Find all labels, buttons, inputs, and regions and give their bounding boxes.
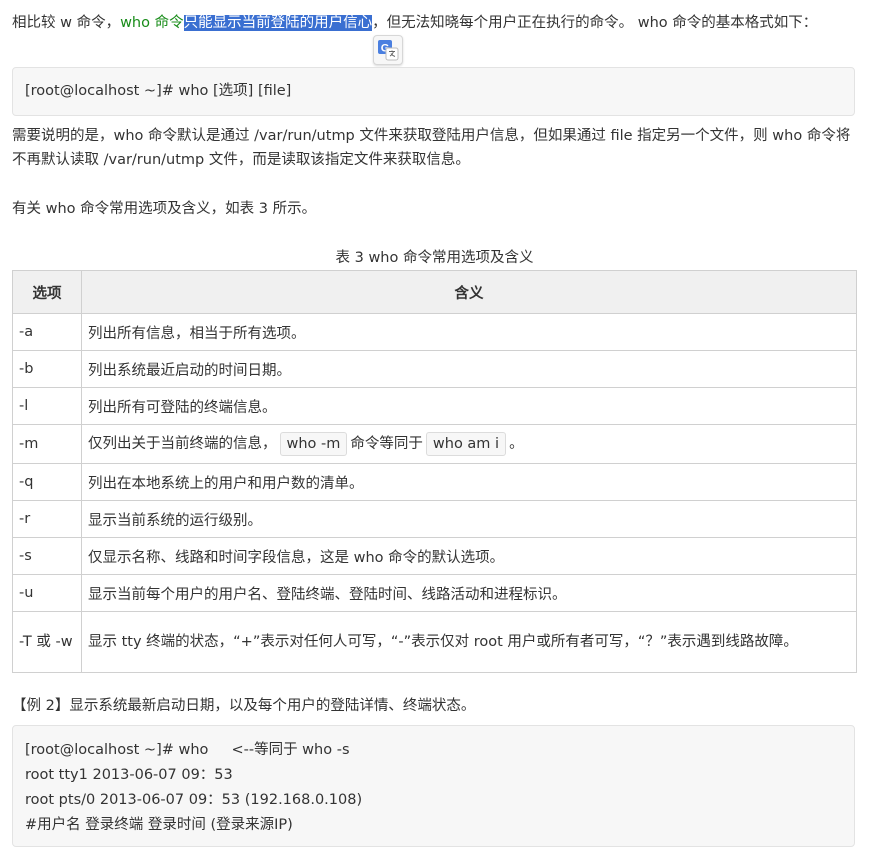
table-row: -r 显示当前系统的运行级别。 bbox=[12, 500, 857, 538]
option-cell: -b bbox=[12, 350, 82, 388]
example-code-block: [root@localhost ~]# who <--等同于 who -s ro… bbox=[12, 725, 855, 847]
option-cell: -u bbox=[12, 574, 82, 612]
meaning-cell: 列出所有可登陆的终端信息。 bbox=[81, 387, 857, 425]
options-intro: 有关 who 命令常用选项及含义，如表 3 所示。 bbox=[12, 201, 317, 217]
example-heading: 【例 2】显示系统最新启动日期，以及每个用户的登陆详情、终端状态。 bbox=[12, 698, 476, 714]
table-row: -T 或 -w 显示 tty 终端的状态，“+”表示对任何人可写，“-”表示仅对… bbox=[12, 611, 857, 673]
google-translate-icon: G bbox=[378, 40, 399, 61]
table-row: -l 列出所有可登陆的终端信息。 bbox=[12, 387, 857, 425]
table-row: -a 列出所有信息，相当于所有选项。 bbox=[12, 313, 857, 351]
meaning-cell: 仅显示名称、线路和时间字段信息，这是 who 命令的默认选项。 bbox=[81, 537, 857, 575]
options-table: 选项 含义 -a 列出所有信息，相当于所有选项。 -b 列出系统最近启动的时间日… bbox=[12, 270, 857, 673]
article-page: 相比较 w 命令，who 命令只能显示当前登陆的用户信心，但无法知晓每个用户正在… bbox=[0, 0, 877, 854]
code-line: root tty1 2013-06-07 09：53 bbox=[25, 767, 233, 783]
table-row: -u 显示当前每个用户的用户名、登陆终端、登陆时间、线路活动和进程标识。 bbox=[12, 574, 857, 612]
meaning-cell: 显示当前系统的运行级别。 bbox=[81, 500, 857, 538]
intro-suffix: ，但无法知晓每个用户正在执行的命令。 who 命令的基本格式如下： bbox=[372, 15, 818, 31]
table-row: -m 仅列出关于当前终端的信息， who -m 命令等同于 who am i。 bbox=[12, 424, 857, 464]
code-line: #用户名 登录终端 登录时间 (登录来源IP) bbox=[25, 817, 293, 833]
intro-prefix: 相比较 w 命令， bbox=[12, 15, 121, 31]
code-line: [root@localhost ~]# who <--等同于 who -s bbox=[25, 742, 350, 758]
table-row: -s 仅显示名称、线路和时间字段信息，这是 who 命令的默认选项。 bbox=[12, 537, 857, 575]
code-line: root pts/0 2013-06-07 09：53 (192.168.0.1… bbox=[25, 792, 363, 808]
meaning-cell: 显示当前每个用户的用户名、登陆终端、登陆时间、线路活动和进程标识。 bbox=[81, 574, 857, 612]
meaning-text: 仅列出关于当前终端的信息， bbox=[88, 436, 277, 452]
who-command-highlight: who 命令 bbox=[120, 15, 184, 31]
code-line: [root@localhost ~]# who [选项] [file] bbox=[25, 83, 292, 99]
selected-text[interactable]: 只能显示当前登陆的用户信心 bbox=[183, 15, 373, 31]
meaning-cell: 列出系统最近启动的时间日期。 bbox=[81, 350, 857, 388]
note-paragraph: 需要说明的是，who 命令默认是通过 /var/run/utmp 文件来获取登陆… bbox=[12, 128, 851, 168]
meaning-cell: 显示 tty 终端的状态，“+”表示对任何人可写，“-”表示仅对 root 用户… bbox=[81, 611, 857, 673]
inline-code-who-m: who -m bbox=[279, 432, 348, 456]
intro-paragraph: 相比较 w 命令，who 命令只能显示当前登陆的用户信心，但无法知晓每个用户正在… bbox=[12, 11, 857, 35]
option-cell: -m bbox=[12, 424, 82, 464]
meaning-text: 。 bbox=[509, 436, 524, 452]
meaning-text: 命令等同于 bbox=[350, 436, 423, 452]
inline-code-who-am-i: who am i bbox=[425, 432, 507, 456]
table-caption: 表 3 who 命令常用选项及含义 bbox=[335, 250, 534, 266]
meaning-cell: 列出所有信息，相当于所有选项。 bbox=[81, 313, 857, 351]
meaning-cell: 列出在本地系统上的用户和用户数的清单。 bbox=[81, 463, 857, 501]
header-meaning: 含义 bbox=[81, 270, 857, 314]
header-option: 选项 bbox=[12, 270, 82, 314]
option-cell: -l bbox=[12, 387, 82, 425]
option-cell: -a bbox=[12, 313, 82, 351]
option-cell: -T 或 -w bbox=[12, 611, 82, 673]
syntax-code-block: [root@localhost ~]# who [选项] [file] bbox=[12, 67, 855, 116]
option-cell: -s bbox=[12, 537, 82, 575]
option-cell: -q bbox=[12, 463, 82, 501]
meaning-cell: 仅列出关于当前终端的信息， who -m 命令等同于 who am i。 bbox=[81, 424, 857, 464]
option-cell: -r bbox=[12, 500, 82, 538]
table-header-row: 选项 含义 bbox=[12, 270, 857, 314]
table-row: -b 列出系统最近启动的时间日期。 bbox=[12, 350, 857, 388]
google-translate-button[interactable]: G bbox=[373, 35, 403, 65]
table-row: -q 列出在本地系统上的用户和用户数的清单。 bbox=[12, 463, 857, 501]
